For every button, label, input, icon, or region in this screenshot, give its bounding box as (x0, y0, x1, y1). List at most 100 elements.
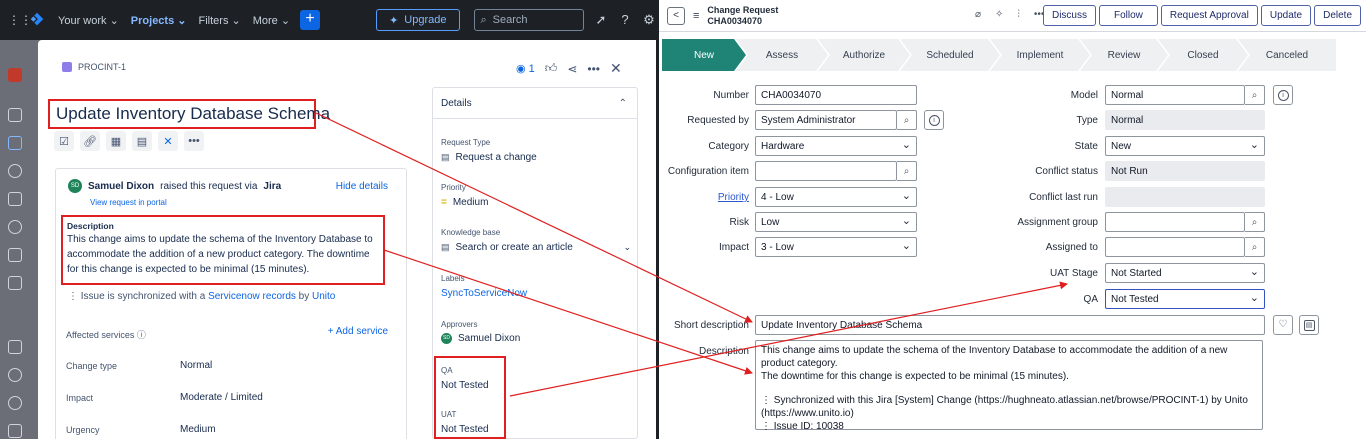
discuss-button[interactable]: Discuss (1042, 5, 1096, 26)
issue-title[interactable]: Update Inventory Database Schema (48, 99, 330, 129)
view-portal-link[interactable]: View request in portal (90, 198, 167, 207)
search-input[interactable]: ⌕ Search (473, 9, 584, 31)
template-button[interactable]: ▤ (1299, 315, 1319, 335)
model-info-button[interactable]: i (1273, 85, 1293, 105)
attachment-icon[interactable]: ⌀ (975, 9, 981, 20)
requested-by-lookup-icon[interactable]: ⌕ (897, 110, 917, 130)
field-value-urgency[interactable]: Medium (180, 424, 216, 435)
delete-button[interactable]: Delete (1314, 5, 1361, 26)
impact-select[interactable]: 3 - Low (755, 237, 917, 257)
settings-gear-icon[interactable]: ⚙ (642, 13, 656, 27)
uat-value[interactable]: Not Tested (441, 424, 489, 435)
sidebar-link-icon[interactable] (8, 248, 22, 262)
activity-icon[interactable]: ✧ (995, 9, 1003, 20)
servicenow-records-link[interactable]: Servicenow records (208, 291, 296, 302)
more-toolbar-icon[interactable]: ••• (184, 131, 204, 151)
follow-button[interactable]: Follow (1098, 5, 1158, 26)
issue-key-breadcrumb[interactable]: PROCINT-1 (62, 62, 126, 72)
like-icon[interactable]: 👍︎ (545, 61, 558, 76)
request-type-label: Request Type (441, 138, 491, 147)
info-icon: ⓘ (136, 330, 146, 340)
labels-value[interactable]: SyncToServiceNow (441, 288, 527, 299)
priority-link[interactable]: Priority (659, 192, 749, 203)
knowledge-base-search[interactable]: ▤ Search or create an article ⌄ (441, 242, 631, 253)
sidebar-page-icon[interactable] (8, 276, 22, 290)
calendar-icon[interactable]: ▦ (106, 131, 126, 151)
configuration-item-lookup-icon[interactable]: ⌕ (897, 161, 917, 181)
more-actions-icon[interactable]: ••• (587, 62, 600, 76)
issue-type-icon (62, 62, 72, 72)
hide-details-link[interactable]: Hide details (336, 181, 388, 192)
help-icon[interactable]: ? (618, 13, 632, 27)
divider (433, 118, 637, 119)
settings-sliders-icon[interactable]: ⫶ (1017, 9, 1020, 20)
description-textarea[interactable]: This change aims to update the schema of… (755, 340, 1263, 432)
category-select[interactable]: Hardware (755, 136, 917, 156)
sidebar-search-icon[interactable] (8, 164, 22, 178)
conflict-status-label: Conflict status (1035, 166, 1098, 177)
priority-select[interactable]: 4 - Low (755, 187, 917, 207)
sidebar-blocked-icon[interactable] (8, 220, 22, 234)
sidebar-calendar-icon[interactable] (8, 340, 22, 354)
process-flow: New Assess Authorize Scheduled Implement… (662, 39, 1366, 71)
add-service-button[interactable]: + Add service (328, 326, 388, 337)
configuration-item-field[interactable] (755, 161, 897, 181)
hamburger-menu-icon[interactable]: ≡ (693, 10, 699, 22)
rocket-icon[interactable]: ➚ (594, 13, 608, 27)
upgrade-button[interactable]: ✦ Upgrade (376, 9, 460, 31)
jira-logo-icon[interactable] (28, 9, 46, 31)
requested-by-field[interactable]: System Administrator (755, 110, 897, 130)
document-icon[interactable]: ▤ (132, 131, 152, 151)
model-lookup-icon[interactable]: ⌕ (1245, 85, 1265, 105)
qa-value[interactable]: Not Tested (441, 380, 489, 391)
description-line1: This change aims to update the schema of… (761, 345, 1228, 369)
assigned-to-field[interactable] (1105, 237, 1245, 257)
description-box[interactable]: Description This change aims to update t… (61, 215, 385, 285)
sidebar-graph-icon[interactable] (8, 368, 22, 382)
close-icon[interactable]: ✕ (610, 60, 622, 77)
field-value-impact[interactable]: Moderate / Limited (180, 392, 263, 403)
request-type-value[interactable]: ▤ Request a change (441, 152, 537, 163)
state-select[interactable]: New (1105, 136, 1265, 156)
modal-actions: ◉ 1 👍︎ ⋖ ••• ✕ (516, 60, 622, 77)
request-approval-button[interactable]: Request Approval (1160, 5, 1258, 26)
sidebar-board-icon[interactable] (8, 136, 22, 150)
nav-your-work[interactable]: Your work ⌄ (58, 14, 119, 27)
link-icon[interactable]: 🔗︎ (80, 131, 100, 151)
back-button[interactable]: < (667, 6, 685, 25)
sidebar-info-icon[interactable] (8, 192, 22, 206)
reporter-name[interactable]: Samuel Dixon (88, 181, 154, 192)
top-bar-icons: ➚ ? ⚙ (594, 13, 656, 27)
field-value-change-type[interactable]: Normal (180, 360, 212, 371)
approver-value[interactable]: SD Samuel Dixon (441, 333, 520, 344)
unito-icon[interactable]: ✕ (158, 131, 178, 151)
project-avatar-icon[interactable] (8, 68, 22, 82)
requested-by-info-button[interactable]: i (924, 110, 944, 130)
chevron-up-icon[interactable]: ⌃ (619, 98, 627, 109)
priority-value[interactable]: = Medium (441, 197, 488, 208)
number-field[interactable]: CHA0034070 (755, 85, 917, 105)
nav-filters[interactable]: Filters ⌄ (199, 14, 241, 27)
assignment-group-field[interactable] (1105, 212, 1245, 232)
risk-select[interactable]: Low (755, 212, 917, 232)
uat-stage-select[interactable]: Not Started (1105, 263, 1265, 283)
watch-button[interactable]: ◉ 1 (516, 62, 535, 75)
update-button[interactable]: Update (1260, 5, 1312, 26)
checklist-icon[interactable]: ☑ (54, 131, 74, 151)
share-icon[interactable]: ⋖ (567, 62, 577, 76)
short-description-field[interactable]: Update Inventory Database Schema (755, 315, 1265, 335)
qa-select[interactable]: Not Tested (1105, 289, 1265, 309)
model-field[interactable]: Normal (1105, 85, 1245, 105)
app-switcher-icon[interactable]: ⋮⋮ (8, 13, 32, 27)
sidebar-summary-icon[interactable] (8, 108, 22, 122)
assignment-group-lookup-icon[interactable]: ⌕ (1245, 212, 1265, 232)
nav-more[interactable]: More ⌄ (253, 14, 290, 27)
sidebar-alert-icon[interactable] (8, 396, 22, 410)
details-title[interactable]: Details (441, 98, 472, 109)
unito-link[interactable]: Unito (312, 291, 335, 302)
suggestion-lightbulb-button[interactable]: ♡ (1273, 315, 1293, 335)
nav-projects[interactable]: Projects ⌄ (131, 14, 187, 27)
sidebar-document-icon[interactable] (8, 424, 22, 438)
create-button[interactable]: + (300, 10, 321, 30)
assigned-to-lookup-icon[interactable]: ⌕ (1245, 237, 1265, 257)
